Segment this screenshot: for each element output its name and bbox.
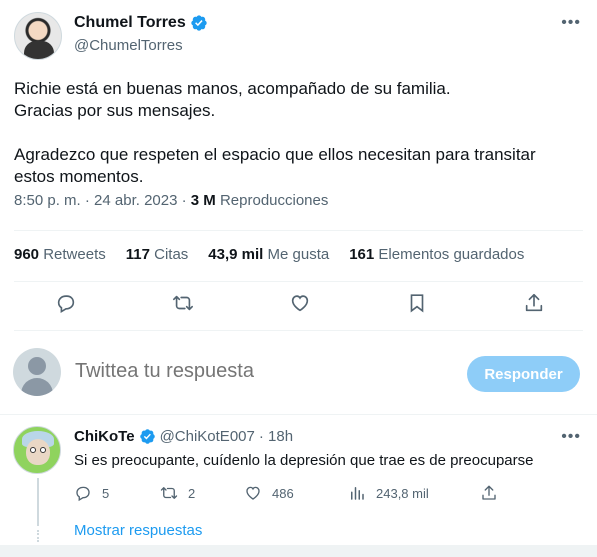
heart-icon[interactable] <box>289 292 311 314</box>
tweet-line: estos momentos. <box>14 167 144 186</box>
tweet-line: Gracias por sus mensajes. <box>14 101 216 120</box>
reply-composer: Responder <box>0 340 597 410</box>
retweet-icon <box>160 487 178 499</box>
thread-dots <box>37 530 39 542</box>
reply-author-handle[interactable]: @ChiKotE007 <box>160 428 255 445</box>
tweet-header: Chumel Torres @ChumelTorres ••• <box>12 8 585 64</box>
tweet-line: Richie está en buenas manos, acompañado … <box>14 79 451 98</box>
tweet-line: Agradezco que respeten el espacio que el… <box>14 145 536 164</box>
tweet-stats: 960 Retweets 117 Citas 43,9 mil Me gusta… <box>14 246 524 263</box>
divider <box>0 414 597 415</box>
reply-name-row: ChiKoTe @ChiKotE007 · 18h <box>74 428 293 445</box>
reply-share-action[interactable] <box>480 484 498 502</box>
views-label: Reproducciones <box>219 192 329 209</box>
thread-line <box>37 478 39 526</box>
reply-actions: 5 2 486 243,8 mil <box>74 484 504 504</box>
reply-input[interactable] <box>75 360 435 383</box>
show-replies-link[interactable]: Mostrar respuestas <box>74 522 202 539</box>
author-name-row: Chumel Torres <box>74 14 208 32</box>
retweet-icon[interactable] <box>172 292 194 314</box>
divider <box>14 281 583 282</box>
retweet-count: 2 <box>188 485 196 501</box>
tweet-meta: 8:50 p. m. · 24 abr. 2023 · 3 M Reproduc… <box>14 192 328 209</box>
author-display-name[interactable]: Chumel Torres <box>74 14 186 32</box>
verified-badge-icon <box>139 429 155 444</box>
retweets-stat[interactable]: 960 Retweets <box>14 246 106 263</box>
tweet-actions <box>55 292 545 314</box>
like-count: 486 <box>272 485 294 501</box>
views-count: 3 M <box>190 192 216 209</box>
more-icon[interactable]: ••• <box>561 428 581 446</box>
divider <box>14 330 583 331</box>
bookmarks-stat[interactable]: 161 Elementos guardados <box>349 246 524 263</box>
likes-stat[interactable]: 43,9 mil Me gusta <box>208 246 329 263</box>
reply-retweet-action[interactable]: 2 <box>160 484 195 502</box>
divider <box>14 230 583 231</box>
reply-time[interactable]: · 18h <box>259 428 293 445</box>
reply-author-name[interactable]: ChiKoTe <box>74 428 135 445</box>
quotes-stat[interactable]: 117 Citas <box>126 246 189 263</box>
user-avatar[interactable] <box>13 348 61 396</box>
reply-views-action[interactable]: 243,8 mil <box>348 484 429 502</box>
heart-icon <box>246 486 260 500</box>
more-icon[interactable]: ••• <box>561 14 581 32</box>
reply-button[interactable]: Responder <box>467 356 580 392</box>
author-handle[interactable]: @ChumelTorres <box>74 37 183 54</box>
reply-icon <box>76 486 90 502</box>
views-count: 243,8 mil <box>376 485 429 501</box>
reply-tweet[interactable]: ChiKoTe @ChiKotE007 · 18h ••• Si es preo… <box>0 416 597 546</box>
verified-badge-icon <box>191 15 207 31</box>
reply-count: 5 <box>102 485 110 501</box>
reply-like-action[interactable]: 486 <box>244 484 294 502</box>
author-avatar[interactable] <box>14 12 62 60</box>
reply-author-avatar[interactable] <box>13 426 61 474</box>
reply-reply-action[interactable]: 5 <box>74 484 109 502</box>
reply-text: Si es preocupante, cuídenlo la depresión… <box>74 452 534 469</box>
views-icon <box>351 487 364 500</box>
bookmark-icon[interactable] <box>406 292 428 314</box>
share-icon <box>482 485 496 500</box>
share-icon[interactable] <box>523 292 545 314</box>
tweet-timestamp[interactable]: 8:50 p. m. · 24 abr. 2023 · <box>14 192 191 209</box>
reply-icon[interactable] <box>55 292 77 314</box>
bottom-strip <box>0 545 597 557</box>
tweet-text: Richie está en buenas manos, acompañado … <box>14 78 584 188</box>
